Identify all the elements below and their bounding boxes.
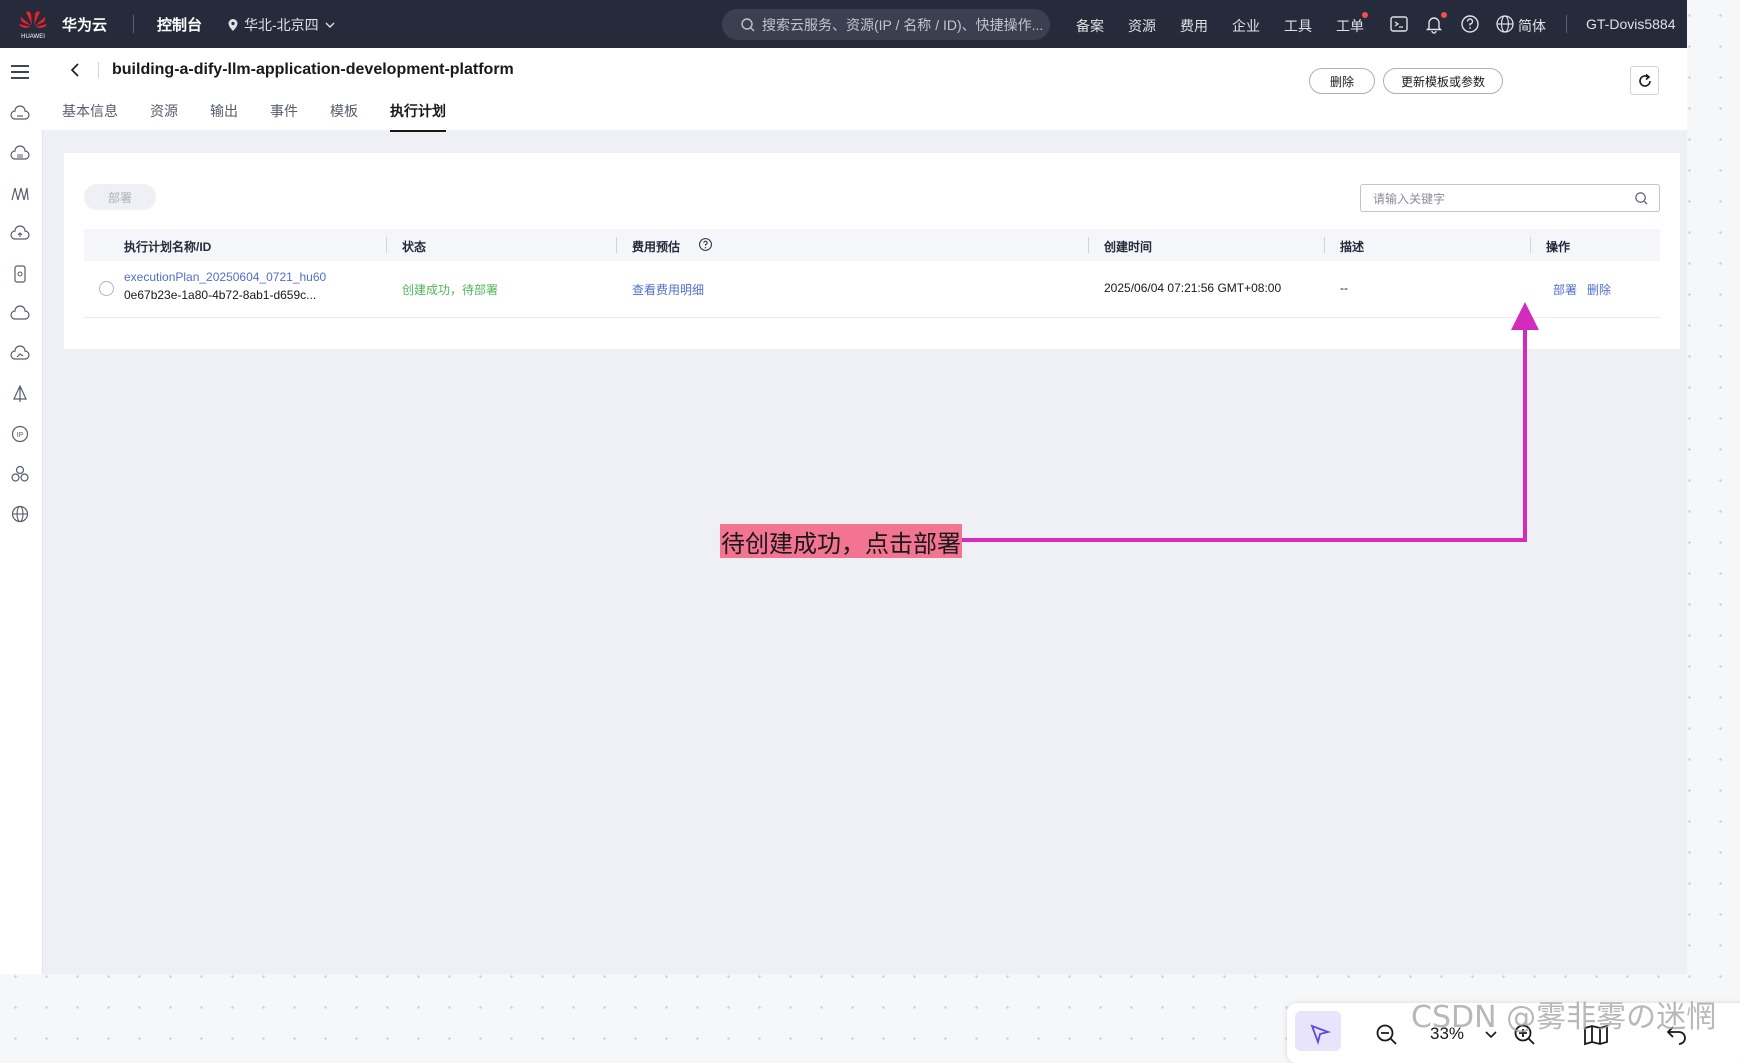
arrow-head xyxy=(1511,302,1539,330)
arrow-line xyxy=(958,326,1527,542)
annotation-arrow xyxy=(958,302,1539,542)
zoom-out-icon[interactable] xyxy=(1375,1023,1399,1047)
csdn-watermark: CSDN @雾非雾の迷惘 xyxy=(1411,1000,1717,1035)
console-app: HUAWEI 华为云 控制台 华北-北京四 搜索云服务、资源(IP / 名称 /… xyxy=(0,0,1687,974)
annotation-note: 待创建成功，点击部署 xyxy=(720,524,962,558)
select-tool-button[interactable] xyxy=(1295,1011,1341,1051)
